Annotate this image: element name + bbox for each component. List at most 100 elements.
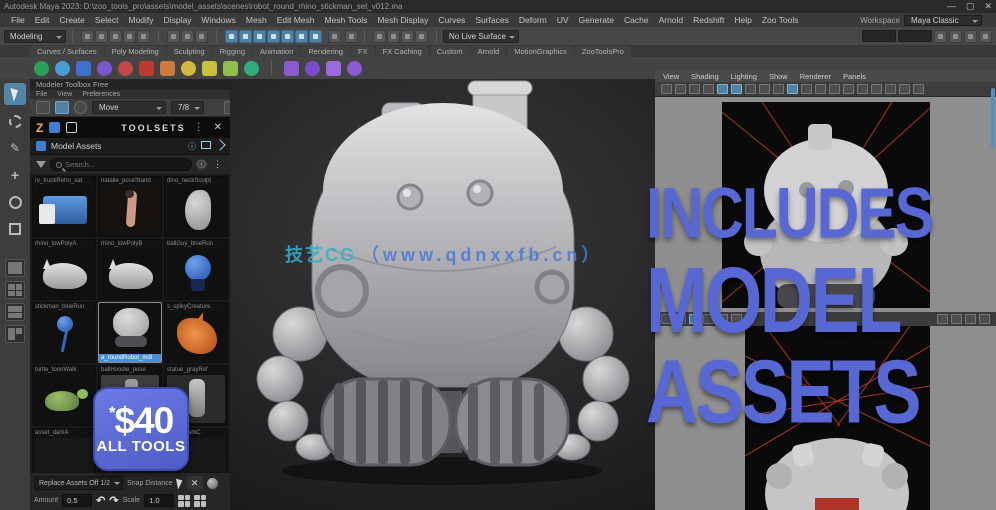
shelf-tool-icon[interactable] — [181, 61, 196, 76]
shelf-tool-icon[interactable] — [244, 61, 259, 76]
ao-icon[interactable] — [913, 84, 924, 94]
snap-view-plane-icon[interactable] — [281, 30, 294, 43]
shelf-tab[interactable]: Sculpting — [167, 46, 212, 57]
redo-icon[interactable] — [137, 30, 150, 43]
asset-thumbnail[interactable]: asset_darkA — [32, 428, 96, 472]
single-pane-layout-button[interactable] — [5, 259, 25, 277]
plugin-window-titlebar[interactable]: Modeler Toolbox Free — [30, 79, 230, 90]
menu-set-dropdown[interactable]: Modeling — [4, 30, 66, 43]
outliner-layout-button[interactable] — [5, 325, 25, 343]
refresh-icon[interactable] — [74, 101, 87, 114]
film-gate-icon[interactable] — [759, 84, 770, 94]
ipr-render-icon[interactable] — [401, 30, 414, 43]
construction-history-icon[interactable] — [373, 30, 386, 43]
field-chart-icon[interactable] — [801, 84, 812, 94]
asset-thumbnail[interactable]: ballGuy_blueRun — [164, 239, 228, 300]
shelf-tab[interactable]: Curves / Surfaces — [30, 46, 104, 57]
search-input[interactable]: Search... — [50, 158, 192, 171]
menu-item[interactable]: Mesh Tools — [320, 15, 373, 25]
panel-menu-item[interactable]: Show — [769, 72, 788, 81]
shelf-tab[interactable]: Custom — [430, 46, 470, 57]
res-gate-icon[interactable] — [773, 84, 784, 94]
menu-item[interactable]: Generate — [574, 15, 619, 25]
redo-arrow-icon[interactable]: ↷ — [109, 494, 118, 507]
render-settings-icon[interactable] — [415, 30, 428, 43]
shelf-tool-icon[interactable] — [97, 61, 112, 76]
coordinate-field-x[interactable] — [862, 30, 896, 42]
tool-settings-icon[interactable] — [964, 30, 977, 43]
asset-thumbnail[interactable]: rhino_lowPolyA — [32, 239, 96, 300]
shelf-tool-icon[interactable] — [55, 61, 70, 76]
panel-menu-item[interactable]: Panels — [843, 72, 866, 81]
menu-item[interactable]: Mesh — [241, 15, 272, 25]
asset-thumbnail[interactable]: dino_neckSculpt — [164, 176, 228, 237]
shelf-tab[interactable]: ZooToolsPro — [575, 46, 631, 57]
lasso-tool-icon[interactable] — [4, 110, 26, 132]
output-connections-icon[interactable] — [345, 30, 358, 43]
asset-thumbnail[interactable]: turtle_toonWalk — [32, 365, 96, 426]
menu-item[interactable]: Create — [54, 15, 90, 25]
shelf-tab[interactable]: FX — [351, 46, 375, 57]
section-info-icon[interactable]: ⓘ — [188, 141, 196, 152]
main-viewport[interactable] — [230, 79, 655, 510]
channel-box-icon[interactable] — [979, 30, 992, 43]
filter-icon[interactable] — [36, 161, 46, 168]
zoo-logo-icon[interactable]: Z — [36, 121, 43, 135]
plugin-menu-item[interactable]: File — [36, 91, 47, 98]
snap-curve-icon[interactable] — [239, 30, 252, 43]
shelf-utility-icon[interactable] — [347, 61, 362, 76]
search-kebab-icon[interactable]: ⋮ — [211, 159, 224, 170]
shelf-utility-icon[interactable] — [305, 61, 320, 76]
layout-grid-icon[interactable] — [194, 495, 206, 507]
render-icon[interactable] — [387, 30, 400, 43]
shelf-tab[interactable]: Rigging — [213, 46, 252, 57]
coordinate-field-y[interactable] — [898, 30, 932, 42]
safe-action-icon[interactable] — [815, 84, 826, 94]
modeling-toolkit-icon[interactable] — [934, 30, 947, 43]
shelf-tab[interactable]: FX Caching — [376, 46, 429, 57]
active-mode-icon[interactable] — [55, 101, 69, 114]
snap-projected-center-icon[interactable] — [267, 30, 280, 43]
undo-arrow-icon[interactable]: ↶ — [96, 494, 105, 507]
attribute-editor-icon[interactable] — [949, 30, 962, 43]
menu-item[interactable]: Select — [90, 15, 124, 25]
select-hierarchy-icon[interactable] — [167, 30, 180, 43]
shelf-tool-icon[interactable] — [223, 61, 238, 76]
snap-point-icon[interactable] — [253, 30, 266, 43]
select-asset-icon[interactable] — [176, 477, 184, 489]
shelf-tab[interactable]: Poly Modeling — [105, 46, 166, 57]
sphere-preview-icon[interactable] — [207, 478, 218, 489]
panel-menu-item[interactable]: Renderer — [800, 72, 831, 81]
asset-thumbnail[interactable]: s_spikyCreature — [164, 302, 228, 363]
workspace-dropdown[interactable]: Maya Classic — [904, 15, 982, 26]
section-expand-icon[interactable] — [214, 139, 225, 150]
save-scene-icon[interactable] — [109, 30, 122, 43]
lock-camera-icon[interactable] — [675, 84, 686, 94]
info-icon[interactable]: ⓘ — [196, 159, 207, 170]
shelf-tab[interactable]: Arnold — [471, 46, 507, 57]
snap-grid-icon[interactable] — [225, 30, 238, 43]
menu-item[interactable]: Edit Mesh — [272, 15, 320, 25]
snap-surface-icon[interactable] — [295, 30, 308, 43]
plugin-menu-item[interactable]: Preferences — [82, 91, 120, 98]
select-object-icon[interactable] — [181, 30, 194, 43]
menu-item[interactable]: Redshift — [688, 15, 729, 25]
close-panel-icon[interactable]: ✕ — [212, 122, 224, 133]
panel-scrollbar[interactable] — [991, 88, 995, 148]
menu-item[interactable]: Curves — [433, 15, 470, 25]
scale-tool-icon[interactable] — [4, 218, 26, 240]
four-pane-layout-button[interactable] — [5, 281, 25, 299]
panel-menu-item[interactable]: Lighting — [731, 72, 757, 81]
shelf-utility-icon[interactable] — [284, 61, 299, 76]
menu-item[interactable]: Deform — [514, 15, 552, 25]
live-surface-dropdown[interactable]: No Live Surface — [443, 30, 519, 43]
asset-thumbnail[interactable]: natalie_poseStand — [98, 176, 162, 237]
menu-item[interactable]: Mesh Display — [372, 15, 433, 25]
amount-field[interactable]: 0.5 — [62, 494, 92, 507]
image-plane-icon[interactable] — [717, 84, 728, 94]
bookmark-icon[interactable] — [703, 84, 714, 94]
tool-mode-dropdown[interactable]: Move — [92, 101, 166, 114]
fill-icon[interactable] — [843, 84, 854, 94]
undo-icon[interactable] — [123, 30, 136, 43]
menu-item[interactable]: Arnold — [654, 15, 689, 25]
